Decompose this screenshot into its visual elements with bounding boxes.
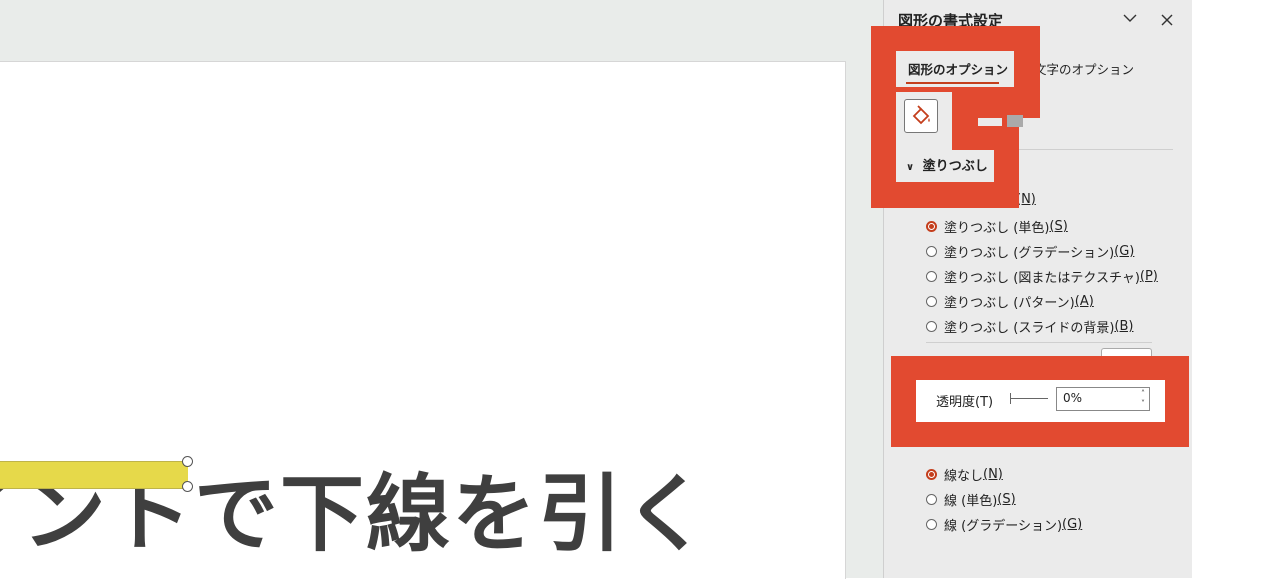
radio-button	[926, 519, 937, 530]
radio-key: (G)	[1062, 517, 1083, 532]
radio-button	[926, 271, 937, 282]
radio-label: 塗りつぶし (パターン)	[944, 296, 1075, 311]
transparency-input[interactable]: 0% ˄ ˅	[1056, 387, 1150, 411]
chevron-down-icon: ∨	[906, 162, 915, 173]
radio-gradient-fill[interactable]: 塗りつぶし (グラデーション) (G)	[926, 242, 1134, 261]
partial-icon	[1007, 115, 1023, 127]
radio-label: 塗りつぶし (スライドの背景)	[944, 321, 1115, 336]
radio-button	[926, 221, 937, 232]
radio-picture-fill[interactable]: 塗りつぶし (図またはテクスチャ) (P)	[926, 267, 1158, 286]
resize-handle-top-right[interactable]	[182, 456, 193, 467]
spin-arrows-icon[interactable]: ˄ ˅	[1141, 389, 1145, 409]
transparency-value: 0%	[1063, 391, 1083, 405]
active-tab-underline	[906, 82, 999, 84]
radio-key: (S)	[997, 492, 1016, 507]
radio-label: 塗りつぶし (単色)	[944, 221, 1050, 236]
radio-button	[926, 296, 937, 307]
radio-label: 線 (単色)	[944, 494, 998, 509]
radio-button	[926, 246, 937, 257]
chevron-down-icon[interactable]	[1122, 10, 1138, 30]
radio-label: 線なし	[944, 469, 984, 484]
radio-pattern-fill[interactable]: 塗りつぶし (パターン) (A)	[926, 292, 1094, 311]
radio-key: (A)	[1074, 294, 1094, 309]
radio-key: (G)	[1114, 244, 1135, 259]
paint-bucket-icon	[912, 105, 930, 125]
highlight-shape[interactable]	[0, 461, 188, 489]
close-icon[interactable]	[1160, 12, 1174, 31]
radio-key: (N)	[983, 467, 1003, 482]
tab-shape-options[interactable]: 図形のオプション	[908, 59, 1008, 78]
radio-button	[926, 494, 937, 505]
radio-key: (P)	[1139, 269, 1158, 284]
callout-notch	[978, 118, 1002, 126]
radio-solid-fill[interactable]: 塗りつぶし (単色) (S)	[926, 217, 1068, 236]
radio-slide-background-fill[interactable]: 塗りつぶし (スライドの背景) (B)	[926, 317, 1133, 336]
fill-and-line-button[interactable]	[904, 99, 938, 133]
outside-area	[1192, 0, 1280, 578]
resize-handle-bottom-right[interactable]	[182, 481, 193, 492]
fill-section-title: 塗りつぶし	[922, 159, 988, 174]
transparency-label: 透明度(T)	[936, 395, 994, 410]
radio-button	[926, 321, 937, 332]
radio-label: 線 (グラデーション)	[944, 519, 1063, 534]
radio-button	[926, 469, 937, 480]
fill-divider	[926, 342, 1152, 343]
radio-solid-line[interactable]: 線 (単色) (S)	[926, 490, 1016, 509]
radio-key: (B)	[1114, 319, 1134, 334]
radio-key: (S)	[1049, 219, 1068, 234]
fill-section-header[interactable]: ∨ 塗りつぶし	[906, 155, 988, 174]
slide[interactable]: イントで下線を引く	[0, 61, 846, 579]
radio-label: 塗りつぶし (グラデーション)	[944, 246, 1115, 261]
tab-text-options[interactable]: 文字のオプション	[1034, 59, 1134, 78]
transparency-slider[interactable]	[1010, 398, 1048, 399]
radio-gradient-line[interactable]: 線 (グラデーション) (G)	[926, 515, 1082, 534]
radio-no-line[interactable]: 線なし (N)	[926, 465, 1003, 484]
radio-label: 塗りつぶし (図またはテクスチャ)	[944, 271, 1140, 286]
